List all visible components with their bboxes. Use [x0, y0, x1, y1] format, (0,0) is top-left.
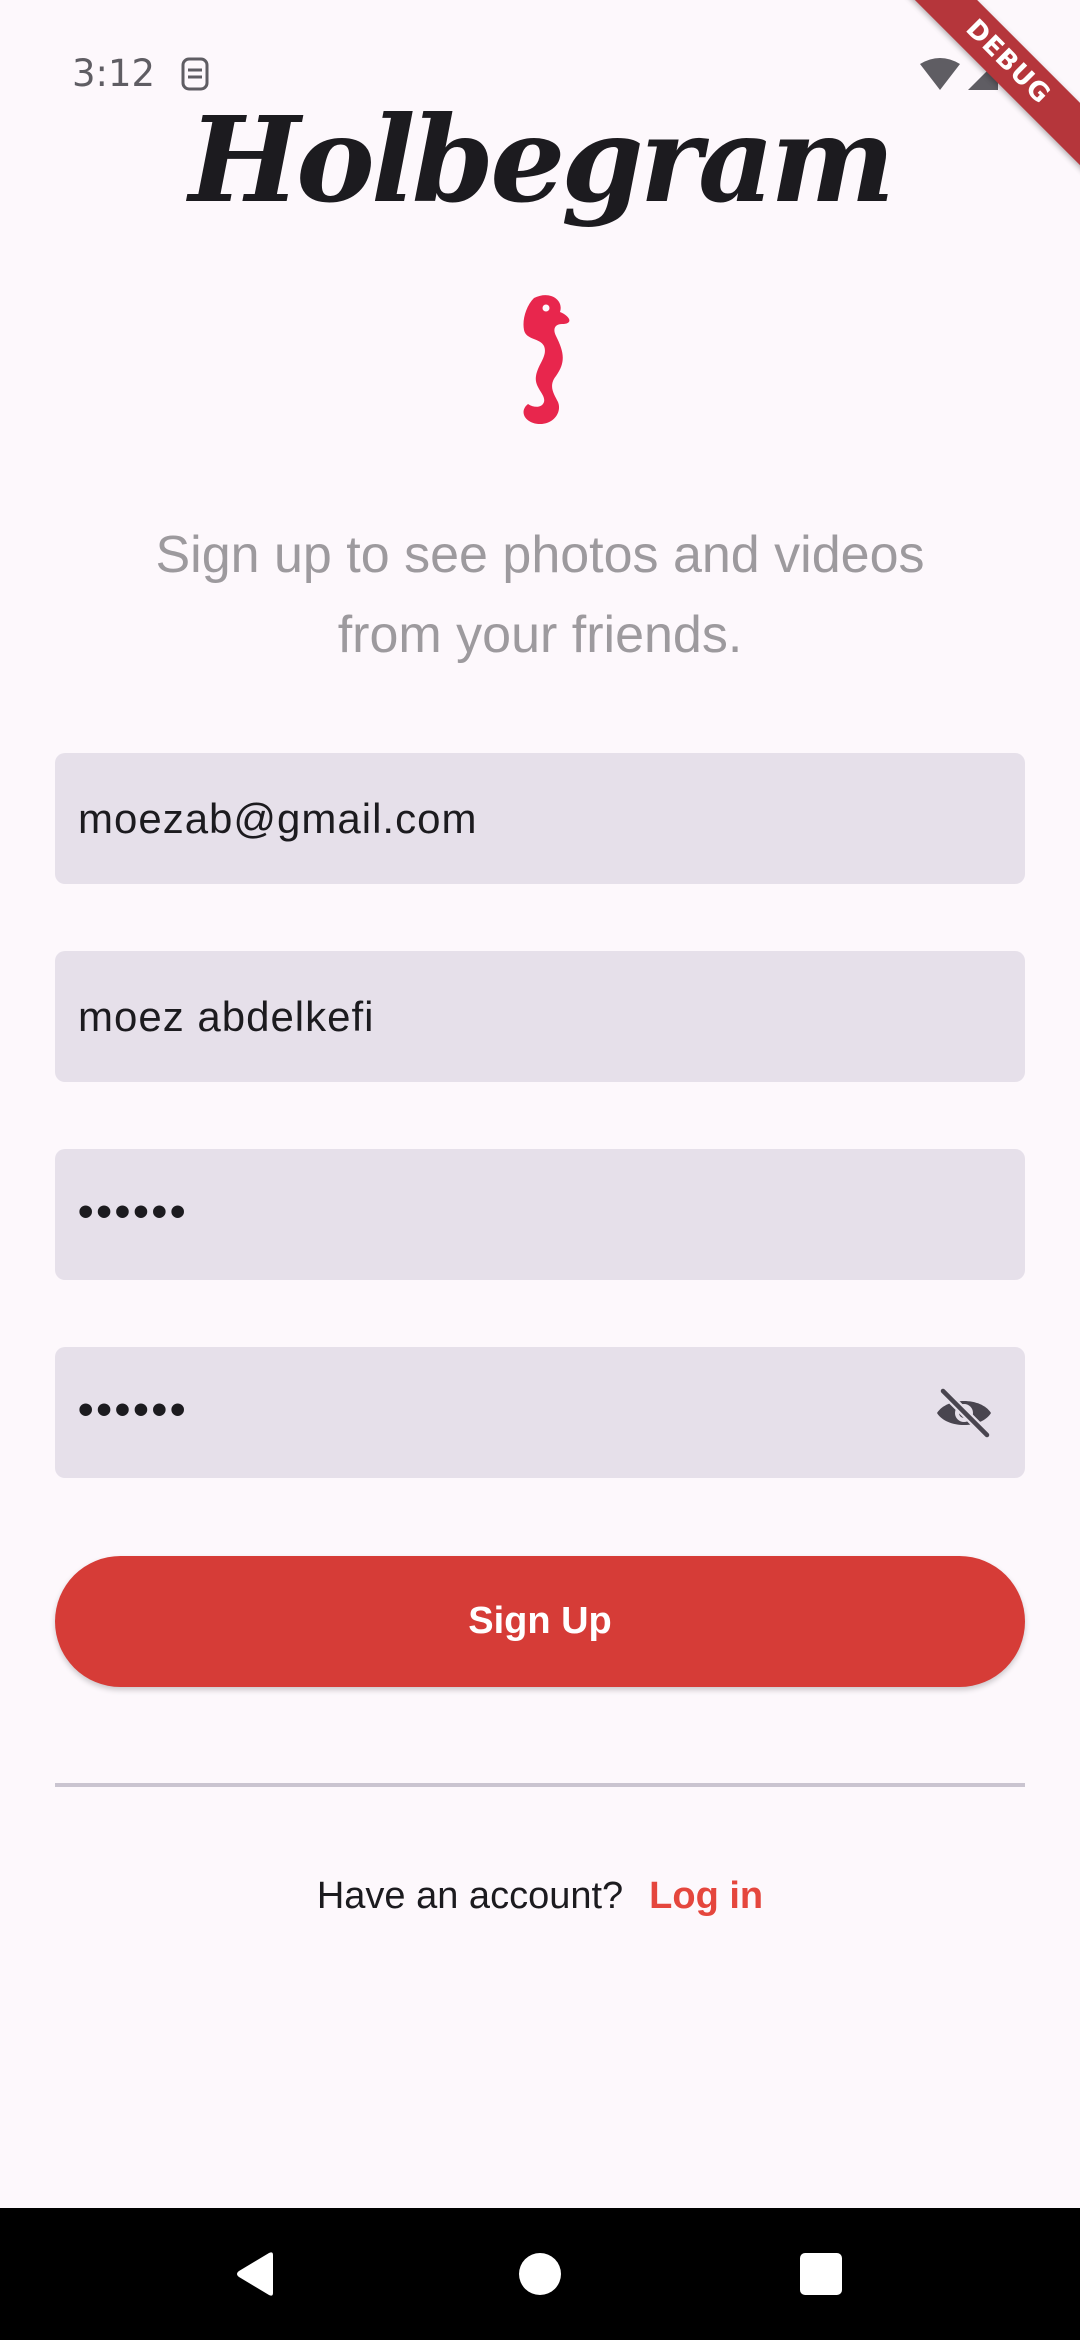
recents-icon[interactable]: [800, 2253, 842, 2295]
confirm-password-field-value: ••••••: [78, 1385, 189, 1434]
wifi-icon: [920, 58, 960, 90]
email-field[interactable]: moezab@gmail.com: [55, 753, 1025, 884]
password-field-value: ••••••: [78, 1187, 189, 1236]
email-field-value: moezab@gmail.com: [78, 795, 478, 842]
system-nav-bar: [0, 2208, 1080, 2340]
sim-card-icon: [181, 57, 209, 91]
back-icon[interactable]: [235, 2251, 275, 2297]
confirm-password-field[interactable]: ••••••: [55, 1347, 1025, 1478]
signup-tagline: Sign up to see photos and videos from yo…: [155, 526, 925, 664]
login-row: Have an account? Log in: [0, 1875, 1080, 1918]
home-icon[interactable]: [519, 2253, 561, 2295]
log-in-link[interactable]: Log in: [649, 1875, 763, 1917]
sign-up-button[interactable]: Sign Up: [55, 1556, 1025, 1687]
seahorse-icon: [523, 295, 570, 424]
full-name-field-value: moez abdelkefi: [78, 993, 375, 1040]
have-account-prompt: Have an account?: [316, 1875, 624, 1917]
status-time: 3:12: [72, 52, 156, 95]
password-field[interactable]: ••••••: [55, 1149, 1025, 1280]
eye-off-icon[interactable]: [933, 1385, 995, 1441]
divider: [55, 1783, 1025, 1787]
signup-screen: 3:12 DEBUG Holbegram Sign up to see phot…: [0, 0, 1080, 2340]
app-title: Holbegram: [188, 90, 896, 229]
full-name-field[interactable]: moez abdelkefi: [55, 951, 1025, 1082]
